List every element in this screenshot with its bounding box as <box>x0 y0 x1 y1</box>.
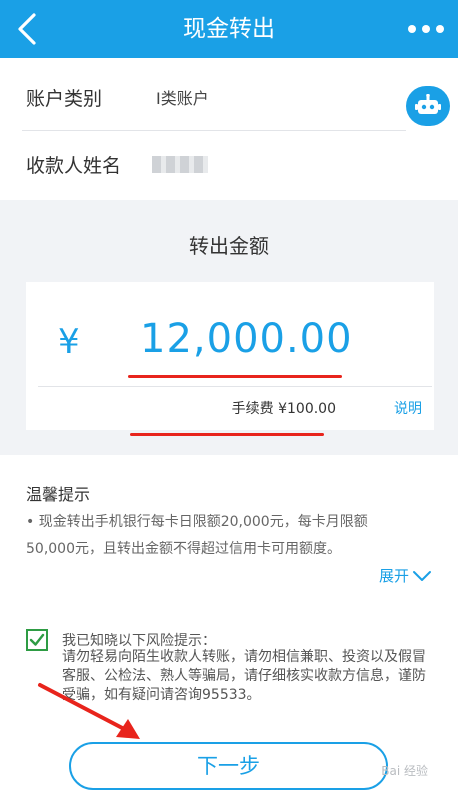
robot-assistant-button[interactable] <box>406 86 450 126</box>
amount-section: 转出金额 ¥ 12,000.00 手续费 ¥100.00 说明 <box>0 200 458 455</box>
explain-link[interactable]: 说明 <box>394 398 422 418</box>
payee-row: 收款人姓名 <box>0 131 458 201</box>
amount-card: ¥ 12,000.00 手续费 ¥100.00 说明 <box>26 282 434 430</box>
top-bar: 现金转出 <box>0 0 458 58</box>
expand-label: 展开 <box>379 567 410 585</box>
account-info-section: 账户类别 I类账户 收款人姓名 <box>0 58 458 200</box>
currency-symbol: ¥ <box>58 322 80 362</box>
more-dots-icon[interactable] <box>408 18 444 40</box>
expand-toggle[interactable]: 展开 <box>379 565 432 586</box>
page-title: 现金转出 <box>183 16 275 42</box>
tips-title: 温馨提示 <box>26 485 91 504</box>
divider <box>38 386 432 387</box>
tips-section: 温馨提示 • 现金转出手机银行每卡日限额20,000元，每卡月限额50,000元… <box>0 455 458 595</box>
chevron-down-icon <box>413 570 432 581</box>
amount-title: 转出金额 <box>189 234 269 258</box>
red-underline-annotation <box>130 433 324 436</box>
robot-icon <box>415 94 441 114</box>
account-type-label: 账户类别 <box>26 88 103 110</box>
watermark: Bai 经验 <box>381 764 428 778</box>
risk-section: 我已知晓以下风险提示： 请勿轻易向陌生收款人转账，请勿相信兼职、投资以及假冒客服… <box>0 595 458 808</box>
account-type-row: 账户类别 I类账户 <box>0 64 458 134</box>
account-type-value: I类账户 <box>156 89 209 108</box>
payee-name-blurred <box>152 156 208 173</box>
risk-heading: 我已知晓以下风险提示： <box>62 633 216 649</box>
next-step-button[interactable]: 下一步 <box>69 742 388 790</box>
red-underline-annotation <box>128 375 342 378</box>
check-icon <box>29 633 45 646</box>
payee-label: 收款人姓名 <box>26 155 122 177</box>
red-arrow-annotation <box>38 683 140 739</box>
risk-checkbox[interactable] <box>26 629 48 651</box>
fee-text: 手续费 ¥100.00 <box>231 401 336 417</box>
amount-input[interactable]: 12,000.00 <box>140 316 353 362</box>
tips-text: • 现金转出手机银行每卡日限额20,000元，每卡月限额50,000元，且转出金… <box>26 514 368 557</box>
